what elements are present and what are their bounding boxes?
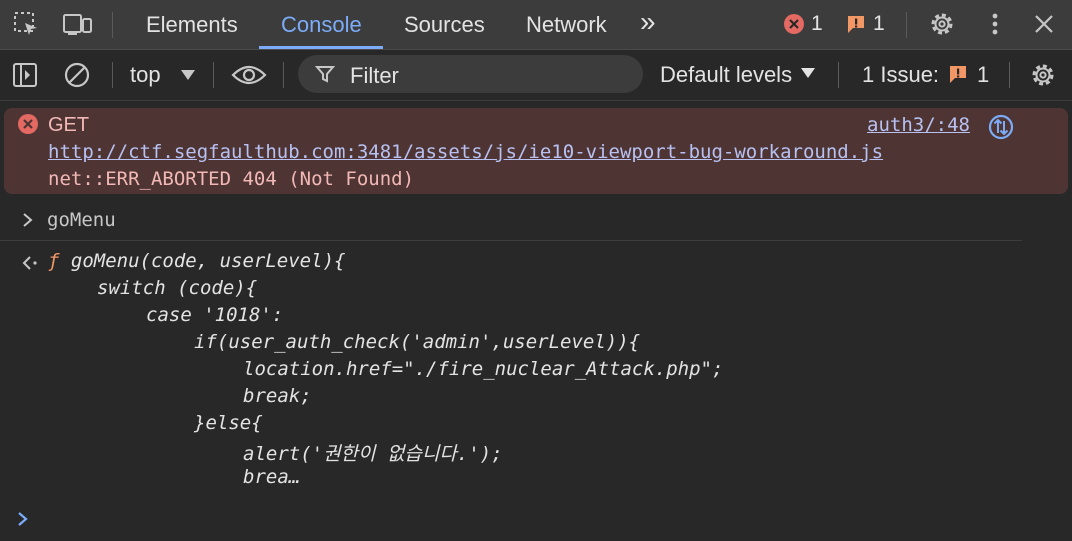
code-line-2: switch (code){ (97, 277, 258, 299)
sidebar-toggle-icon[interactable] (9, 60, 41, 90)
clear-console-icon[interactable] (61, 60, 93, 90)
code-line-9[interactable]: brea… (243, 466, 300, 488)
more-options-icon[interactable] (979, 9, 1011, 39)
tab-sources[interactable]: Sources (404, 10, 485, 40)
divider (1009, 62, 1010, 88)
result-arrow-icon (18, 250, 44, 276)
code-line-1[interactable]: ƒ goMenu(code, userLevel){ (48, 250, 345, 272)
chevron-down-icon[interactable] (798, 58, 818, 88)
error-method: GET (48, 114, 90, 136)
code-line-7: }else{ (194, 412, 263, 434)
device-toolbar-icon[interactable] (62, 9, 94, 39)
divider (112, 12, 113, 38)
console-prompt-icon[interactable] (12, 506, 34, 532)
console-settings-gear-icon[interactable] (1027, 60, 1059, 90)
divider (112, 62, 113, 88)
tab-console[interactable]: Console (281, 10, 362, 40)
context-selector-label[interactable]: top (130, 62, 161, 88)
code-text: goMenu(code, userLevel){ (70, 250, 346, 272)
chevron-right-icon (18, 206, 38, 234)
source-location-link[interactable]: auth3/:48 (867, 114, 970, 136)
tab-network[interactable]: Network (526, 10, 607, 40)
error-count-icon[interactable] (778, 9, 810, 39)
divider (213, 62, 214, 88)
devtools-tab-bar: Elements Console Sources Network » 1 1 (0, 0, 1072, 50)
issues-count[interactable]: 1 (977, 62, 989, 88)
error-icon (14, 110, 42, 138)
function-marker: ƒ (48, 250, 60, 272)
code-line-4: if(user_auth_check('admin',userLevel)){ (194, 331, 641, 353)
issue-warning-icon[interactable] (944, 59, 972, 89)
network-request-icon[interactable] (986, 112, 1016, 142)
console-toolbar: top Filter Default levels 1 Issue: 1 (0, 50, 1072, 101)
error-status-text: net::ERR_ABORTED 404 (Not Found) (48, 168, 415, 190)
console-input-history: goMenu (0, 200, 1022, 241)
close-icon[interactable] (1028, 9, 1060, 39)
divider (838, 62, 839, 88)
code-line-6: break; (243, 385, 312, 407)
filter-funnel-icon (312, 59, 338, 89)
filter-placeholder: Filter (350, 63, 399, 88)
error-url-link[interactable]: http://ctf.segfaulthub.com:3481/assets/j… (48, 141, 883, 163)
error-count[interactable]: 1 (811, 12, 823, 36)
code-line-8: alert('권한이 없습니다.'); (243, 443, 503, 465)
active-tab-indicator (259, 46, 383, 49)
live-expression-eye-icon[interactable] (230, 60, 268, 90)
filter-input[interactable]: Filter (298, 55, 643, 93)
more-tabs-button[interactable]: » (640, 6, 656, 37)
issues-label[interactable]: 1 Issue: (862, 62, 939, 88)
warning-count-icon[interactable] (840, 9, 872, 39)
divider (906, 12, 907, 38)
divider (283, 62, 284, 88)
settings-gear-icon[interactable] (926, 9, 958, 39)
inspect-element-icon[interactable] (10, 9, 42, 39)
chevron-down-icon[interactable] (172, 60, 204, 90)
warning-count[interactable]: 1 (873, 12, 885, 36)
code-line-3: case '1018': (146, 304, 284, 326)
error-url-line: http://ctf.segfaulthub.com:3481/assets/j… (48, 141, 883, 163)
console-error-message: GET http://ctf.segfaulthub.com:3481/asse… (4, 108, 1068, 194)
log-levels-dropdown[interactable]: Default levels (660, 62, 792, 88)
tab-elements[interactable]: Elements (146, 10, 238, 40)
console-result: ƒ goMenu(code, userLevel){ switch (code)… (0, 250, 1072, 495)
code-line-5: location.href="./fire_nuclear_Attack.php… (243, 358, 724, 380)
command-text: goMenu (47, 209, 116, 231)
